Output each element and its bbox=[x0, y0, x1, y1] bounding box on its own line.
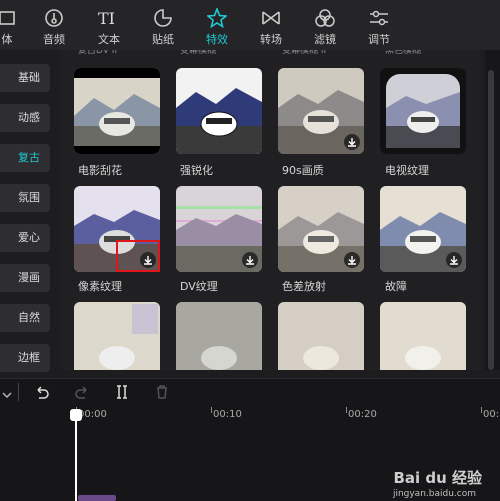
effect-card-tv-texture[interactable] bbox=[380, 68, 466, 154]
clipped-label: 复古DV II bbox=[78, 50, 118, 56]
effect-thumbnail bbox=[176, 68, 262, 154]
audio-icon bbox=[44, 8, 64, 28]
ruler-mark: 00:20 bbox=[348, 409, 377, 420]
effect-card-glitch[interactable] bbox=[380, 186, 466, 272]
filter-icon bbox=[314, 8, 336, 28]
effect-label: 强锐化 bbox=[180, 164, 213, 177]
split-icon[interactable] bbox=[114, 384, 130, 404]
top-toolbar: 体 音频 TI 文本 贴纸 特效 转场 滤镜 调节 bbox=[0, 0, 500, 50]
sidebar-item-dynamic[interactable]: 动感 bbox=[0, 104, 50, 132]
category-sidebar: 基础 动感 复古 氛围 爱心 漫画 自然 边框 bbox=[0, 50, 60, 372]
sidebar-item-comic[interactable]: 漫画 bbox=[0, 264, 50, 292]
effect-card-film-scratch[interactable] bbox=[74, 68, 160, 154]
sidebar-item-retro[interactable]: 复古 bbox=[0, 144, 50, 172]
effect-card-chromatic-radial[interactable] bbox=[278, 186, 364, 272]
text-icon: TI bbox=[98, 8, 120, 28]
tool-label: 贴纸 bbox=[152, 33, 174, 46]
svg-text:TI: TI bbox=[98, 9, 115, 27]
highlight-box bbox=[116, 240, 160, 272]
effect-thumbnail bbox=[74, 302, 160, 370]
tool-label: 体 bbox=[1, 33, 13, 46]
ruler-tick bbox=[346, 407, 347, 413]
tool-label: 音频 bbox=[43, 33, 65, 46]
tool-label: 调节 bbox=[368, 33, 390, 46]
tool-transition[interactable]: 转场 bbox=[246, 0, 296, 50]
effect-card[interactable] bbox=[176, 302, 262, 370]
ruler-mark: 00:3 bbox=[483, 409, 500, 420]
adjust-icon bbox=[369, 8, 389, 28]
effect-label: 色差放射 bbox=[282, 280, 326, 293]
effect-thumbnail bbox=[176, 302, 262, 370]
download-icon[interactable] bbox=[242, 252, 258, 268]
clip-track[interactable] bbox=[78, 495, 116, 501]
sidebar-item-atmosphere[interactable]: 氛围 bbox=[0, 184, 50, 212]
chevron-down-icon[interactable] bbox=[2, 385, 12, 404]
tool-label: 滤镜 bbox=[314, 33, 336, 46]
tool-adjust[interactable]: 调节 bbox=[354, 0, 404, 50]
effects-grid: 复古DV II 变幕模糊 变幕模糊 II 黑色模糊 电影刮花 强锐化 90s画质… bbox=[60, 50, 480, 370]
divider bbox=[18, 383, 19, 401]
effect-card[interactable] bbox=[74, 302, 160, 370]
effect-label: 故障 bbox=[385, 280, 407, 293]
download-icon[interactable] bbox=[344, 134, 360, 150]
playhead-line[interactable] bbox=[75, 419, 77, 501]
effect-card[interactable] bbox=[278, 302, 364, 370]
download-icon[interactable] bbox=[446, 252, 462, 268]
undo-icon[interactable] bbox=[34, 384, 50, 404]
watermark-url: jingyan.baidu.com bbox=[392, 489, 476, 499]
effect-card-sharpen[interactable] bbox=[176, 68, 262, 154]
tool-text[interactable]: TI 文本 bbox=[84, 0, 134, 50]
watermark-logo: Bai du 经验 bbox=[393, 469, 482, 487]
effect-thumbnail bbox=[380, 68, 466, 154]
tool-audio[interactable]: 音频 bbox=[29, 0, 79, 50]
ruler-tick bbox=[211, 407, 212, 413]
effect-label: 电视纹理 bbox=[385, 164, 429, 177]
ruler-mark: 00:10 bbox=[213, 409, 242, 420]
sticker-icon bbox=[153, 8, 173, 28]
delete-icon[interactable] bbox=[154, 384, 170, 404]
tool-label: 特效 bbox=[206, 33, 228, 46]
sidebar-item-basic[interactable]: 基础 bbox=[0, 64, 50, 92]
tool-filter[interactable]: 滤镜 bbox=[300, 0, 350, 50]
effects-icon bbox=[207, 8, 227, 28]
download-icon[interactable] bbox=[344, 252, 360, 268]
ruler-tick bbox=[481, 407, 482, 413]
redo-icon[interactable] bbox=[74, 384, 90, 404]
clipped-label: 变幕模糊 bbox=[180, 50, 217, 56]
effect-label: 像素纹理 bbox=[78, 280, 122, 293]
effect-card-90s-quality[interactable] bbox=[278, 68, 364, 154]
scrollbar-thumb[interactable] bbox=[488, 70, 494, 370]
media-icon bbox=[0, 8, 16, 28]
clipped-label: 黑色模糊 bbox=[385, 50, 422, 56]
sidebar-item-border[interactable]: 边框 bbox=[0, 344, 50, 372]
effect-card[interactable] bbox=[380, 302, 466, 370]
scrollbar[interactable] bbox=[485, 50, 500, 370]
effect-label: 电影刮花 bbox=[78, 164, 122, 177]
effect-thumbnail bbox=[278, 302, 364, 370]
transition-icon bbox=[261, 8, 281, 28]
tool-label: 文本 bbox=[98, 33, 120, 46]
tool-label: 转场 bbox=[260, 33, 282, 46]
effect-label: DV纹理 bbox=[180, 280, 218, 293]
effect-thumbnail bbox=[380, 302, 466, 370]
sidebar-item-nature[interactable]: 自然 bbox=[0, 304, 50, 332]
effect-card-dv-texture[interactable] bbox=[176, 186, 262, 272]
effect-thumbnail bbox=[74, 68, 160, 154]
effect-label: 90s画质 bbox=[282, 164, 324, 177]
timeline-toolbar bbox=[0, 379, 500, 407]
tool-media[interactable]: 体 bbox=[0, 0, 32, 50]
tool-sticker[interactable]: 贴纸 bbox=[138, 0, 188, 50]
sidebar-item-love[interactable]: 爱心 bbox=[0, 224, 50, 252]
tool-effects[interactable]: 特效 bbox=[192, 0, 242, 50]
ruler-mark: 00:00 bbox=[78, 409, 107, 420]
clipped-label: 变幕模糊 II bbox=[282, 50, 327, 56]
